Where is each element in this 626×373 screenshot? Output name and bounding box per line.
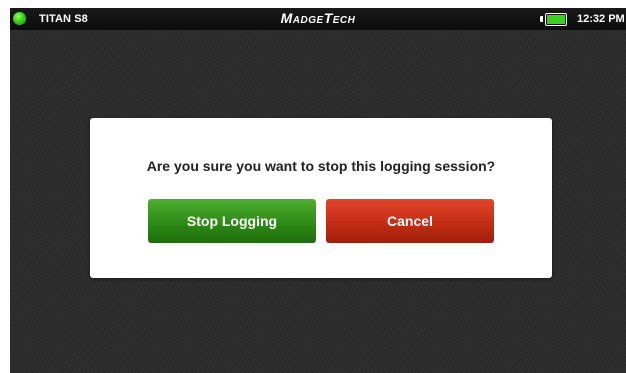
cancel-button[interactable]: Cancel [326, 199, 494, 243]
stop-logging-button[interactable]: Stop Logging [148, 199, 316, 243]
status-bar: TITAN S8 MadgeTech 12:32 PM [10, 8, 626, 30]
battery-icon [545, 13, 567, 26]
brand-logo: MadgeTech [280, 10, 356, 26]
battery-level-fill [547, 15, 565, 24]
confirm-dialog: Are you sure you want to stop this loggi… [90, 118, 552, 278]
dialog-message: Are you sure you want to stop this loggi… [146, 158, 496, 174]
battery-cap [540, 16, 543, 22]
device-screen: TITAN S8 MadgeTech 12:32 PM Are you sure… [10, 8, 626, 373]
clock: 12:32 PM [577, 13, 625, 25]
